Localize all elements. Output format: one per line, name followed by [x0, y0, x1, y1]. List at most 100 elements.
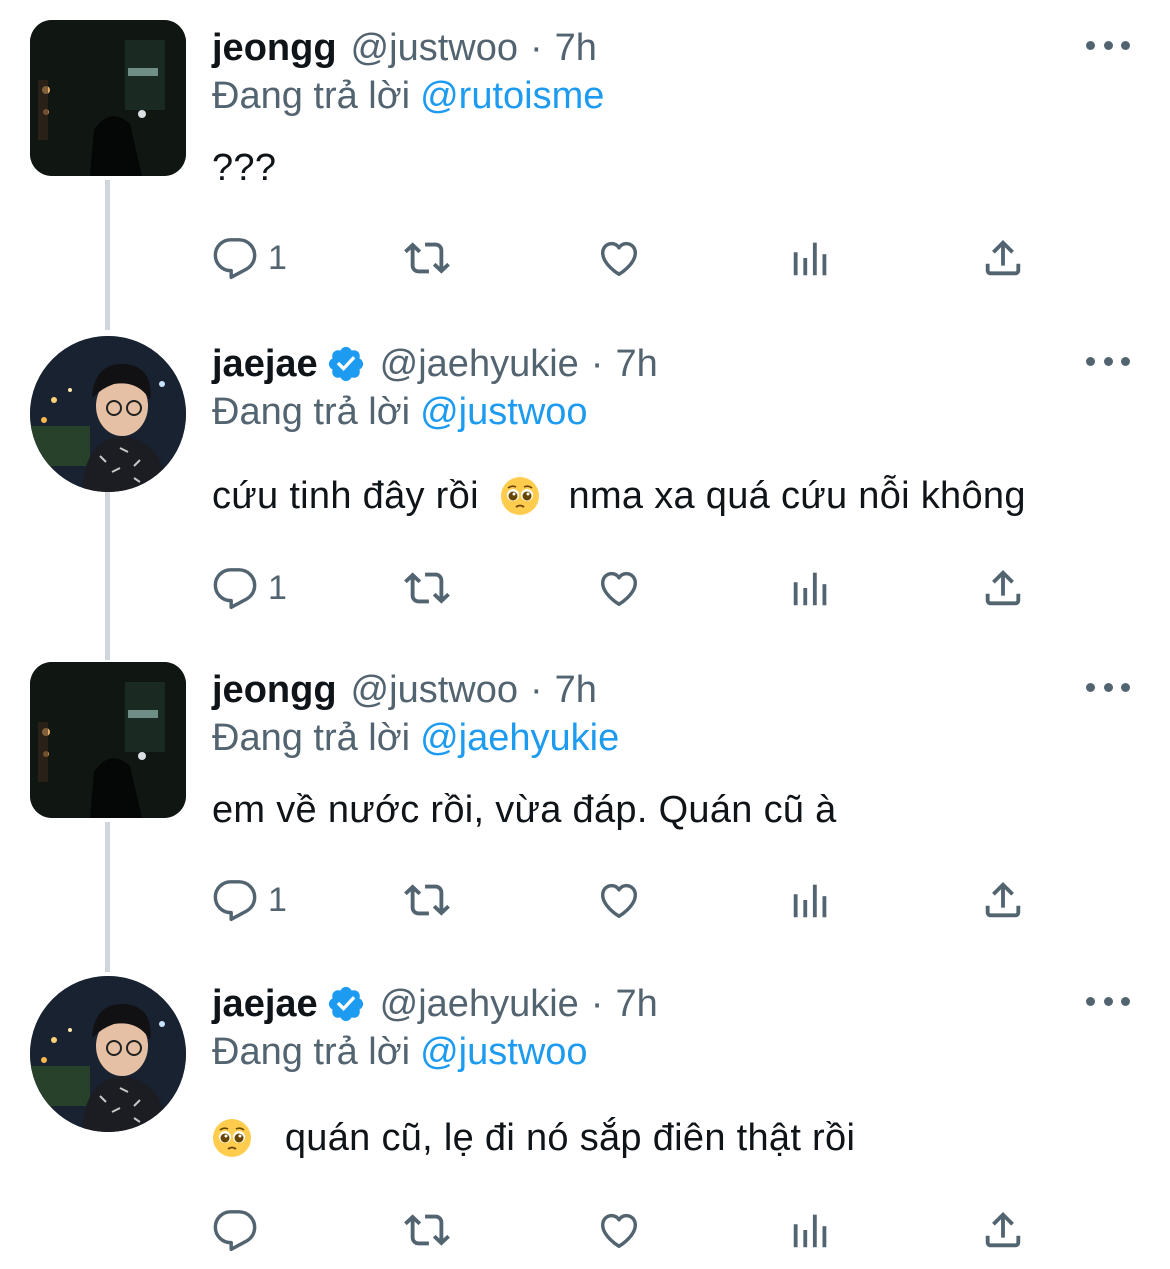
- mention-link[interactable]: @jaehyukie: [420, 717, 619, 759]
- tweet-text: em về nước rồi, vừa đáp. Quán cũ à: [212, 786, 837, 834]
- tweet-text: quán cũ, lẹ đi nó sắp điên thật rồi: [212, 1114, 855, 1162]
- display-name[interactable]: jeongg: [212, 666, 337, 714]
- reply-button[interactable]: 1: [212, 872, 287, 928]
- reply-icon: [213, 238, 257, 280]
- analytics-icon: [793, 1214, 827, 1248]
- heart-icon: [600, 241, 638, 277]
- analytics-icon: [793, 884, 827, 918]
- like-button[interactable]: [596, 560, 642, 616]
- reply-count: 1: [268, 238, 287, 277]
- reply-button[interactable]: [212, 1202, 268, 1258]
- tweet-actions: 1: [0, 872, 1170, 928]
- more-icon[interactable]: [1086, 352, 1130, 370]
- tweet[interactable]: jeongg @justwoo · 7h Đang trả lời @jaehyu…: [0, 662, 1170, 942]
- like-button[interactable]: [596, 230, 642, 286]
- heart-icon: [600, 571, 638, 607]
- tweet-text-content: quán cũ, lẹ đi nó sắp điên thật rồi: [284, 1117, 856, 1159]
- tweet-text-content: em về nước rồi, vừa đáp. Quán cũ à: [212, 789, 837, 831]
- like-button[interactable]: [596, 872, 642, 928]
- share-button[interactable]: [980, 1202, 1026, 1258]
- replying-to-label: Đang trả lời: [212, 717, 411, 759]
- display-name[interactable]: jaejae: [212, 980, 318, 1028]
- share-icon: [985, 881, 1021, 918]
- tweet-header: jeongg @justwoo · 7h: [212, 24, 597, 72]
- avatar[interactable]: [30, 20, 186, 176]
- tweet-text: ???: [212, 144, 276, 192]
- retweet-icon: [404, 1214, 450, 1246]
- retweet-button[interactable]: [404, 872, 450, 928]
- more-icon[interactable]: [1086, 992, 1130, 1010]
- avatar-photo: [30, 662, 186, 818]
- reply-icon: [213, 880, 257, 922]
- replying-to-label: Đang trả lời: [212, 391, 411, 433]
- avatar-photo: [30, 20, 186, 176]
- share-button[interactable]: [980, 560, 1026, 616]
- display-name[interactable]: jaejae: [212, 340, 318, 388]
- avatar-photo: [30, 976, 186, 1132]
- username[interactable]: @jaehyukie: [380, 980, 579, 1028]
- username[interactable]: @jaehyukie: [380, 340, 579, 388]
- separator-dot: ·: [590, 343, 604, 385]
- tweet-actions: 1: [0, 560, 1170, 616]
- avatar[interactable]: [30, 976, 186, 1132]
- tweet-actions: 1: [0, 230, 1170, 286]
- like-button[interactable]: [596, 1202, 642, 1258]
- timestamp[interactable]: 7h: [615, 340, 657, 388]
- tweet-text: cứu tinh đây rồi nma xa quá cứu nỗi khôn…: [212, 472, 1026, 520]
- tweet-header: jaejae @jaehyukie · 7h: [212, 340, 658, 388]
- reply-button[interactable]: 1: [212, 230, 287, 286]
- replying-to: Đang trả lời @justwoo: [212, 388, 588, 436]
- views-button[interactable]: [788, 230, 834, 286]
- retweet-button[interactable]: [404, 230, 450, 286]
- replying-to: Đang trả lời @rutoisme: [212, 72, 604, 120]
- tweet-text-content: ???: [212, 147, 277, 189]
- more-icon[interactable]: [1086, 36, 1130, 54]
- mention-link[interactable]: @rutoisme: [420, 75, 604, 117]
- username[interactable]: @justwoo: [351, 666, 518, 714]
- retweet-button[interactable]: [404, 560, 450, 616]
- replying-to: Đang trả lời @jaehyukie: [212, 714, 619, 762]
- views-button[interactable]: [788, 1202, 834, 1258]
- display-name[interactable]: jeongg: [212, 24, 337, 72]
- tweet-header: jeongg @justwoo · 7h: [212, 666, 597, 714]
- mention-link[interactable]: @justwoo: [420, 391, 587, 433]
- share-button[interactable]: [980, 230, 1026, 286]
- reply-icon: [213, 568, 257, 610]
- tweet[interactable]: jaejae @jaehyukie · 7h Đang trả lời @just…: [0, 976, 1170, 1266]
- replying-to: Đang trả lời @justwoo: [212, 1028, 588, 1076]
- reply-button[interactable]: 1: [212, 560, 287, 616]
- heart-icon: [600, 1213, 638, 1249]
- views-button[interactable]: [788, 872, 834, 928]
- share-icon: [985, 569, 1021, 606]
- replying-to-label: Đang trả lời: [212, 75, 411, 117]
- avatar-photo: [30, 336, 186, 492]
- share-button[interactable]: [980, 872, 1026, 928]
- timestamp[interactable]: 7h: [615, 980, 657, 1028]
- tweet-text-content: cứu tinh đây rồi: [212, 475, 479, 517]
- heart-icon: [600, 883, 638, 919]
- more-icon[interactable]: [1086, 678, 1130, 696]
- timestamp[interactable]: 7h: [555, 24, 597, 72]
- analytics-icon: [793, 572, 827, 606]
- retweet-icon: [404, 572, 450, 604]
- avatar[interactable]: [30, 662, 186, 818]
- views-button[interactable]: [788, 560, 834, 616]
- reply-icon: [213, 1210, 257, 1252]
- retweet-icon: [404, 884, 450, 916]
- reply-count: 1: [268, 568, 287, 607]
- retweet-button[interactable]: [404, 1202, 450, 1258]
- tweet-header: jaejae @jaehyukie · 7h: [212, 980, 658, 1028]
- share-icon: [985, 1211, 1021, 1248]
- tweet[interactable]: jaejae @jaehyukie · 7h Đang trả lời @just…: [0, 336, 1170, 626]
- share-icon: [985, 239, 1021, 276]
- separator-dot: ·: [590, 983, 604, 1025]
- analytics-icon: [793, 242, 827, 276]
- separator-dot: ·: [529, 669, 543, 711]
- separator-dot: ·: [529, 27, 543, 69]
- tweet[interactable]: jeongg @justwoo · 7h Đang trả lời @rutois…: [0, 20, 1170, 300]
- reply-count: 1: [268, 880, 287, 919]
- mention-link[interactable]: @justwoo: [420, 1031, 587, 1073]
- timestamp[interactable]: 7h: [555, 666, 597, 714]
- avatar[interactable]: [30, 336, 186, 492]
- username[interactable]: @justwoo: [351, 24, 518, 72]
